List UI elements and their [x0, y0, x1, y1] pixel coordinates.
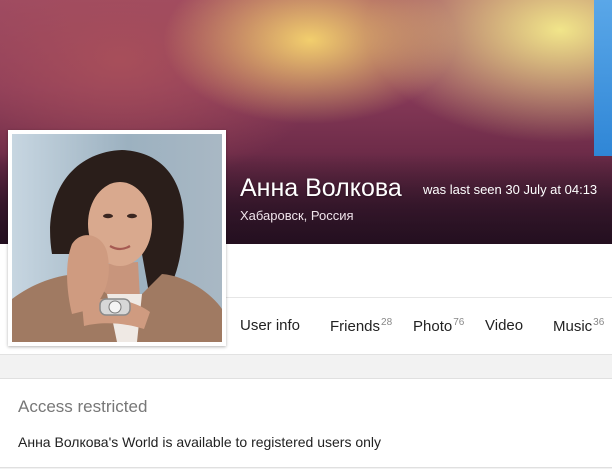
- tabs-divider: [225, 297, 612, 298]
- profile-location: Хабаровск, Россия: [240, 208, 354, 223]
- tab-user-info[interactable]: User info: [240, 317, 300, 334]
- access-restricted-panel: Access restricted Анна Волкова's World i…: [0, 378, 612, 468]
- tab-label: Photo: [413, 318, 453, 335]
- avatar-frame[interactable]: [8, 130, 226, 346]
- avatar[interactable]: [12, 134, 222, 342]
- tab-video[interactable]: Video: [485, 317, 523, 334]
- access-restricted-title: Access restricted: [18, 397, 148, 416]
- access-restricted-message: Анна Волкова's World is available to reg…: [18, 434, 382, 450]
- avatar-photo: [12, 150, 222, 342]
- tab-label: Video: [485, 317, 524, 334]
- last-seen-status: was last seen 30 July at 04:13: [423, 182, 598, 197]
- tab-friends[interactable]: Friends28: [330, 317, 392, 335]
- tab-count: 28: [381, 317, 393, 328]
- profile-name: Анна Волкова: [240, 174, 402, 202]
- tab-count: 36: [593, 317, 605, 328]
- tab-label: User info: [240, 317, 301, 334]
- tab-label: Friends: [330, 318, 381, 335]
- tab-label: Music: [553, 318, 593, 335]
- tab-music[interactable]: Music36: [553, 317, 604, 335]
- tab-count: 76: [453, 317, 465, 328]
- cover-accent-bar: [594, 0, 612, 156]
- tab-photo[interactable]: Photo76: [413, 317, 464, 335]
